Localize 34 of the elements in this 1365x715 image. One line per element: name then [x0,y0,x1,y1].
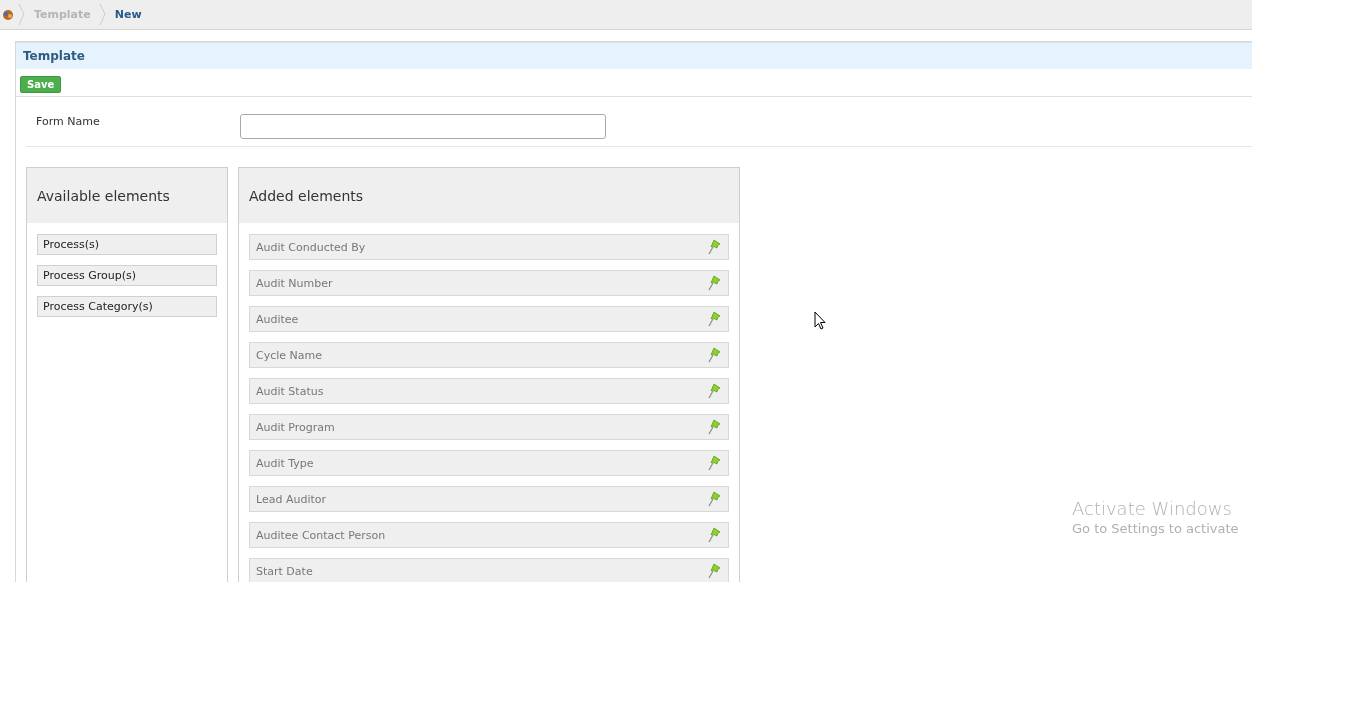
added-element-label[interactable]: Audit Program [256,420,335,434]
panel-title: Template [23,49,85,63]
pushpin-icon [708,311,722,327]
pushpin-icon [708,563,722,579]
pushpin-icon [708,275,722,291]
pushpin-icon [708,491,722,507]
mouse-cursor-icon [814,311,826,330]
added-element-label[interactable]: Auditee [256,312,299,326]
added-element-label[interactable]: Audit Number [256,276,333,290]
pushpin-icon [708,383,722,399]
pushpin-icon [708,419,722,435]
form-name-field[interactable] [240,114,606,139]
activation-notice-title: Activate Windows [1072,498,1233,519]
form-name-label: Form Name [35,114,101,128]
available-element[interactable]: Process Category(s) [37,296,217,317]
added-element-label[interactable]: Audit Conducted By [256,240,366,254]
app-logo-icon[interactable] [2,8,14,21]
added-element-label[interactable]: Start Date [256,564,313,578]
added-element-label[interactable]: Auditee Contact Person [256,528,386,542]
added-element-label[interactable]: Audit Type [256,456,314,470]
save-button[interactable]: Save [20,76,62,93]
available-element[interactable]: Process Group(s) [37,265,217,286]
added-element-label[interactable]: Cycle Name [256,348,322,362]
pushpin-icon [708,527,722,543]
activation-notice-text: Go to Settings to activate [1072,521,1239,536]
available-element[interactable]: Process(s) [37,234,217,255]
added-element-label[interactable]: Lead Auditor [256,492,327,506]
pushpin-icon [708,239,722,255]
available-elements-title: Available elements [37,187,170,204]
added-element-label[interactable]: Audit Status [256,384,324,398]
added-elements-title: Added elements [249,187,364,204]
pushpin-icon [708,455,722,471]
pushpin-icon [708,347,722,363]
breadcrumb-link[interactable]: New [110,8,146,21]
